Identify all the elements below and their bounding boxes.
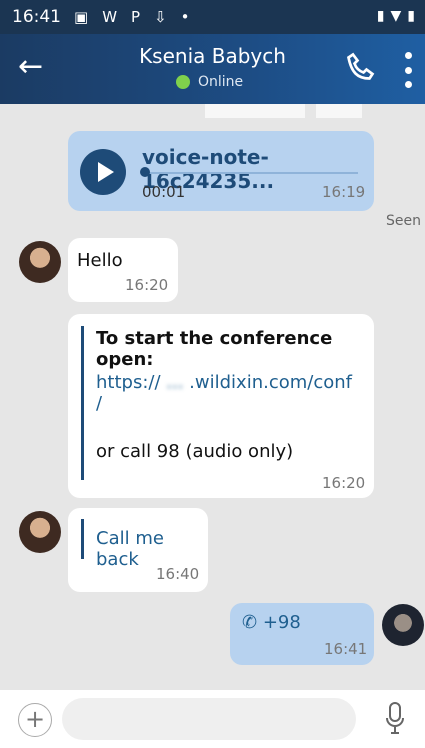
incoming-message: Call me back 16:40 [68, 508, 208, 592]
seen-label: Seen [386, 213, 421, 229]
phone-icon[interactable] [344, 50, 380, 86]
message-time: 16:20 [322, 474, 366, 492]
dot-icon: • [180, 8, 190, 26]
status-right-icons: ▮ ▼ ▮ [377, 8, 415, 24]
quote-accent [81, 519, 84, 559]
play-icon[interactable] [80, 149, 126, 195]
message-input[interactable] [62, 698, 356, 740]
outgoing-phone-message[interactable]: ✆ +98 16:41 [230, 603, 374, 665]
plus-icon[interactable]: + [18, 703, 52, 737]
conference-call-text: or call 98 (audio only) [96, 441, 294, 462]
phone-link[interactable]: ✆ +98 [242, 612, 301, 633]
microphone-icon[interactable] [383, 700, 407, 736]
image-icon: ▣ [74, 8, 89, 26]
message-time: 16:41 [324, 640, 368, 658]
partial-message [205, 104, 305, 118]
p-icon: P [131, 8, 141, 26]
conference-link[interactable]: https:// ... .wildixin.com/conf / [96, 372, 352, 414]
status-icons: ▣ W P ⇩ • [74, 8, 190, 26]
presence-label: Online [198, 74, 244, 90]
battery-icon: ▮ [407, 8, 415, 24]
partial-message [316, 104, 362, 118]
message-time: 16:40 [156, 565, 200, 583]
chat-header: ← Ksenia Babych Online [0, 34, 425, 104]
avatar [19, 241, 61, 283]
message-text: Call me back [96, 528, 164, 570]
message-text: Hello [77, 250, 123, 271]
voice-progress-handle[interactable] [140, 167, 150, 177]
status-time: 16:41 [12, 7, 61, 27]
voice-progress-track[interactable] [144, 172, 358, 174]
presence-status: Online [176, 74, 243, 90]
message-composer: + [0, 690, 425, 748]
wifi-icon: ▼ [390, 8, 402, 24]
conference-title: To start the conference open: [96, 328, 333, 370]
w-icon: W [102, 8, 118, 26]
quote-accent [81, 326, 84, 480]
kebab-menu-icon[interactable] [402, 52, 414, 88]
status-bar: 16:41 ▣ W P ⇩ • ▮ ▼ ▮ [0, 0, 425, 34]
incoming-message: Hello 16:20 [68, 238, 178, 302]
avatar [19, 511, 61, 553]
download-icon: ⇩ [154, 8, 167, 26]
vibrate-icon: ▮ [376, 8, 385, 24]
voice-note-message[interactable]: voice-note-16c24235... 00:01 16:19 [68, 131, 374, 211]
online-dot-icon [176, 75, 190, 89]
voice-duration: 00:01 [142, 183, 186, 201]
message-time: 16:20 [125, 276, 169, 294]
message-time: 16:19 [322, 183, 366, 201]
avatar [382, 604, 424, 646]
conference-message: To start the conference open: https:// .… [68, 314, 374, 498]
